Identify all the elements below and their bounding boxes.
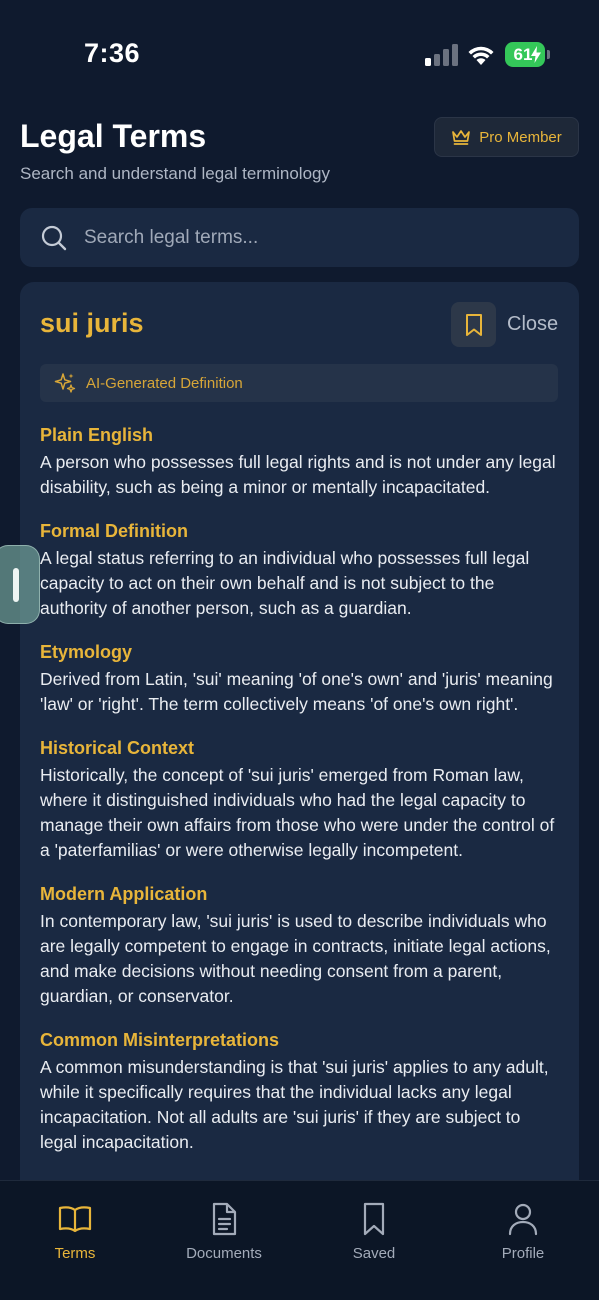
search-icon — [41, 225, 67, 250]
tab-label: Documents — [186, 1245, 262, 1262]
drag-grip-icon — [13, 568, 19, 602]
page-subtitle: Search and understand legal terminology — [20, 164, 330, 183]
section-body: Derived from Latin, 'sui' meaning 'of on… — [40, 669, 553, 714]
bookmark-icon — [465, 313, 482, 336]
status-bar: 7:36 61 — [0, 0, 599, 110]
tab-label: Saved — [352, 1245, 396, 1262]
section-etymology: Etymology Derived from Latin, 'sui' mean… — [40, 639, 562, 717]
battery-level: 61 — [513, 44, 533, 64]
bookmark-icon — [363, 1202, 385, 1236]
status-time: 7:36 — [84, 38, 141, 68]
section-heading: Etymology — [40, 642, 133, 662]
pro-member-label: Pro Member — [479, 128, 562, 146]
ai-generated-label: AI-Generated Definition — [86, 374, 243, 392]
section-heading: Modern Application — [40, 884, 208, 904]
section-body: In contemporary law, 'sui juris' is used… — [40, 911, 551, 1006]
section-heading: Common Misinterpretations — [40, 1030, 280, 1050]
close-button[interactable]: Close — [507, 313, 558, 336]
tab-terms[interactable]: Terms — [20, 1201, 130, 1262]
tab-documents[interactable]: Documents — [169, 1201, 279, 1262]
charging-bolt-icon — [531, 46, 541, 63]
cellular-signal-icon — [425, 44, 458, 66]
document-icon — [212, 1202, 237, 1236]
section-heading: Historical Context — [40, 738, 195, 758]
search-bar[interactable] — [20, 208, 579, 267]
sparkles-icon — [54, 373, 76, 393]
section-formal-definition: Formal Definition A legal status referri… — [40, 518, 562, 621]
user-icon — [508, 1203, 538, 1236]
tab-saved[interactable]: Saved — [319, 1201, 429, 1262]
page-title: Legal Terms — [20, 118, 207, 154]
section-body: A person who possesses full legal rights… — [40, 452, 556, 497]
wifi-icon — [468, 46, 494, 65]
battery-indicator: 61 — [505, 42, 545, 67]
term-title: sui juris — [40, 308, 144, 338]
crown-icon — [452, 130, 471, 145]
section-historical-context: Historical Context Historically, the con… — [40, 735, 562, 863]
ai-generated-badge: AI-Generated Definition — [40, 364, 558, 402]
definition-card: sui juris Close AI-Generated Definition … — [20, 282, 579, 1282]
section-heading: Plain English — [40, 425, 154, 445]
definition-sections: Plain English A person who possesses ful… — [40, 422, 562, 1173]
bottom-tab-bar: Terms Documents Saved Profile — [0, 1180, 599, 1300]
section-body: Historically, the concept of 'sui juris'… — [40, 765, 555, 860]
search-input[interactable] — [84, 226, 579, 249]
tab-profile[interactable]: Profile — [468, 1201, 578, 1262]
section-common-misinterpretations: Common Misinterpretations A common misun… — [40, 1027, 562, 1155]
app-screen: 7:36 61 Legal Terms Search and understan… — [0, 0, 599, 1300]
section-body: A legal status referring to an individua… — [40, 548, 530, 618]
section-heading: Formal Definition — [40, 521, 188, 541]
section-modern-application: Modern Application In contemporary law, … — [40, 881, 562, 1009]
book-open-icon — [58, 1206, 92, 1233]
side-drag-handle[interactable] — [0, 545, 40, 624]
bookmark-button[interactable] — [451, 302, 496, 347]
section-body: A common misunderstanding is that 'sui j… — [40, 1057, 549, 1152]
tab-label: Terms — [54, 1245, 96, 1262]
tab-label: Profile — [501, 1245, 545, 1262]
section-plain-english: Plain English A person who possesses ful… — [40, 422, 562, 500]
battery-tip — [547, 50, 550, 59]
pro-member-badge[interactable]: Pro Member — [434, 117, 579, 157]
